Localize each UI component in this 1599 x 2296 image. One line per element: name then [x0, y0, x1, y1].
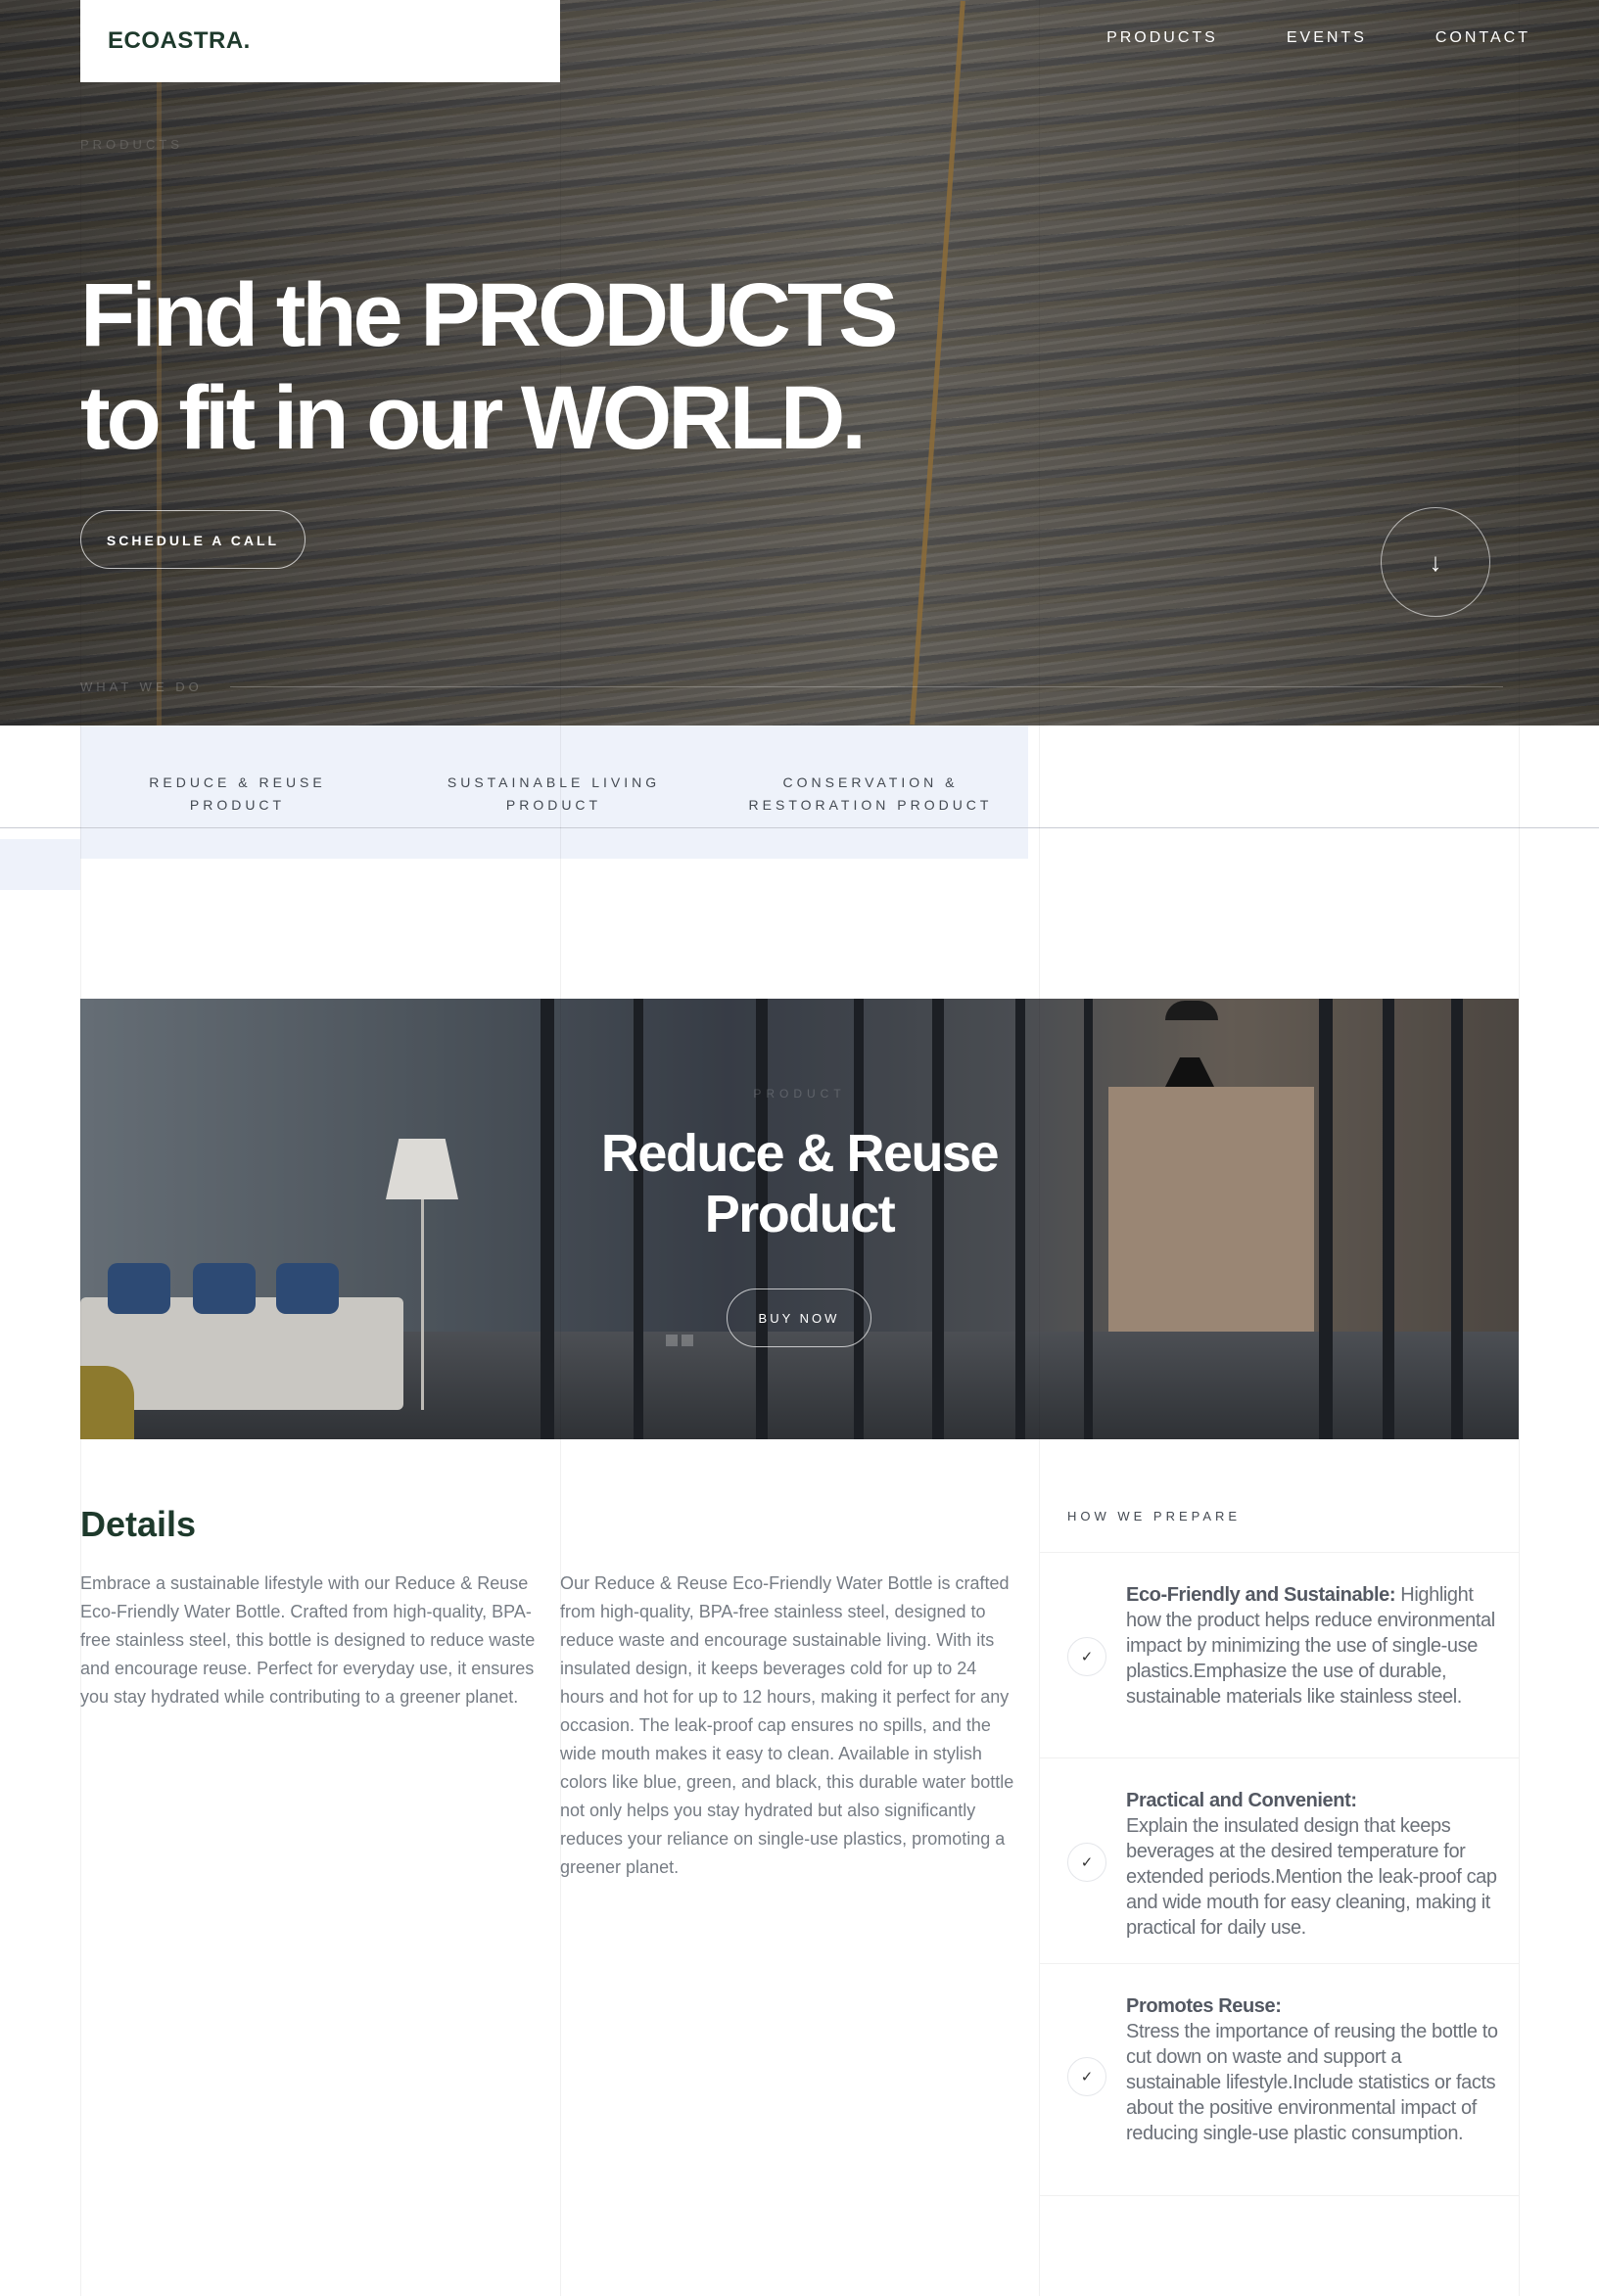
- buy-now-button[interactable]: BUY NOW: [727, 1289, 871, 1347]
- logo[interactable]: ECOASTRA.: [108, 27, 251, 55]
- product-label: PRODUCT: [753, 1087, 846, 1101]
- tab-label: CONSERVATION &: [782, 774, 959, 790]
- product-title: Reduce & Reuse Product: [80, 1123, 1519, 1244]
- schedule-call-button[interactable]: SCHEDULE A CALL: [80, 510, 306, 569]
- carousel-dots[interactable]: [666, 1335, 693, 1346]
- how-we-prepare-label: HOW WE PREPARE: [1067, 1509, 1242, 1523]
- prepare-item-title: Practical and Convenient:: [1126, 1790, 1357, 1811]
- list-item: ✓ Promotes Reuse: Stress the importance o…: [1040, 1964, 1519, 2196]
- banner-image-detail: [1165, 1001, 1218, 1020]
- tab-conservation-restoration[interactable]: CONSERVATION & RESTORATION PRODUCT: [739, 772, 1002, 817]
- list-item: ✓ Eco-Friendly and Sustainable: Highligh…: [1040, 1553, 1519, 1758]
- banner-image-detail: [1165, 1057, 1214, 1087]
- product-banner: PRODUCT Reduce & Reuse Product BUY NOW: [80, 999, 1519, 1439]
- banner-image-detail: [193, 1263, 256, 1314]
- check-icon: ✓: [1067, 1843, 1106, 1882]
- nav-item-contact[interactable]: CONTACT: [1435, 29, 1530, 47]
- check-icon: ✓: [1067, 2057, 1106, 2096]
- tabs-divider: [0, 827, 1599, 828]
- hero-title-line1: Find the PRODUCTS: [80, 265, 899, 365]
- decor-block: [0, 839, 80, 890]
- hero-title: Find the PRODUCTS to fit in our WORLD.: [80, 264, 899, 470]
- prepare-item-text: Practical and Convenient: Explain the ins…: [1126, 1788, 1498, 1941]
- details-paragraph-1: Embrace a sustainable lifestyle with our…: [80, 1573, 536, 1707]
- list-item: ✓ Practical and Convenient: Explain the i…: [1040, 1758, 1519, 1964]
- hero-small-label: PRODUCTS: [80, 137, 183, 152]
- details-paragraph-2: Our Reduce & Reuse Eco-Friendly Water Bo…: [560, 1573, 1014, 1877]
- banner-image-detail: [276, 1263, 339, 1314]
- hero-image-detail: [910, 0, 965, 726]
- tab-label: REDUCE & REUSE: [149, 774, 326, 790]
- prepare-item-body: Explain the insulated design that keeps …: [1126, 1815, 1497, 1939]
- prepare-item-title: Eco-Friendly and Sustainable:: [1126, 1584, 1396, 1606]
- prepare-item-text: Eco-Friendly and Sustainable: Highlight …: [1126, 1582, 1498, 1710]
- product-title-line1: Reduce & Reuse: [600, 1124, 1000, 1183]
- prepare-item-body: Stress the importance of reusing the bot…: [1126, 2021, 1498, 2144]
- logo-box: ECOASTRA.: [80, 0, 560, 82]
- tab-sustainable-living[interactable]: SUSTAINABLE LIVING PRODUCT: [429, 772, 679, 817]
- tab-label: SUSTAINABLE LIVING: [447, 774, 661, 790]
- banner-image-detail: [80, 1366, 134, 1439]
- prepare-item-text: Promotes Reuse: Stress the importance of …: [1126, 1993, 1498, 2146]
- details-title: Details: [80, 1504, 197, 1544]
- main-nav: PRODUCTS EVENTS CONTACT: [1038, 29, 1530, 47]
- product-title-line2: Product: [704, 1185, 896, 1243]
- prepare-item-title: Promotes Reuse:: [1126, 1995, 1282, 2017]
- nav-item-events[interactable]: EVENTS: [1287, 29, 1367, 47]
- banner-image-detail: [108, 1263, 170, 1314]
- scroll-down-button[interactable]: ↓: [1381, 507, 1490, 617]
- check-icon: ✓: [1067, 1637, 1106, 1676]
- tab-label: RESTORATION PRODUCT: [748, 797, 993, 813]
- tab-label: PRODUCT: [189, 797, 286, 813]
- hero-divider: [230, 686, 1503, 687]
- arrow-down-icon: ↓: [1429, 546, 1442, 577]
- tab-label: PRODUCT: [505, 797, 602, 813]
- nav-item-products[interactable]: PRODUCTS: [1106, 29, 1218, 47]
- prepare-list: ✓ Eco-Friendly and Sustainable: Highligh…: [1040, 1552, 1519, 2196]
- tab-reduce-reuse[interactable]: REDUCE & REUSE PRODUCT: [113, 772, 362, 817]
- hero-title-line2: to fit in our WORLD.: [80, 368, 867, 468]
- section-label-what-we-do: WHAT WE DO: [80, 679, 203, 694]
